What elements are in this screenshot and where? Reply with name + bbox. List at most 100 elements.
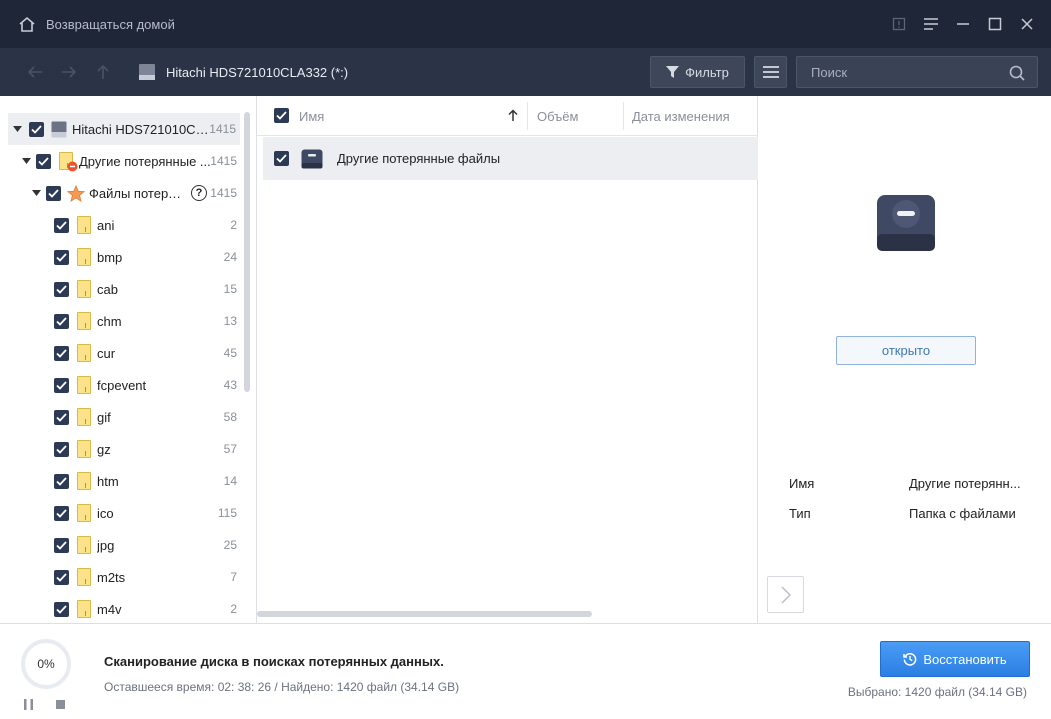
prop-type-label: Тип — [789, 506, 811, 521]
checkbox[interactable] — [54, 281, 69, 297]
checkbox[interactable] — [29, 121, 44, 137]
folder-icon — [75, 343, 93, 363]
star-icon — [67, 183, 85, 203]
recover-button[interactable]: Восстановить — [880, 641, 1030, 677]
settings-menu-button[interactable] — [915, 0, 947, 48]
tree-item-count: 14 — [223, 474, 237, 488]
expand-caret-icon[interactable] — [12, 124, 22, 134]
row-checkbox[interactable] — [274, 151, 289, 166]
sort-arrow-up-icon[interactable] — [508, 109, 518, 122]
checkbox[interactable] — [36, 153, 51, 169]
filter-button[interactable]: Фильтр — [650, 56, 745, 88]
tree-item-count: 2 — [230, 602, 237, 616]
tree-item-count: 1415 — [210, 186, 237, 200]
home-icon — [19, 16, 35, 32]
tree-item-label: fcpevent — [97, 377, 147, 393]
tree-item-type[interactable]: gif 58 — [0, 401, 256, 433]
tree-item-type[interactable]: m2ts 7 — [0, 561, 256, 593]
search-icon[interactable] — [1009, 65, 1025, 81]
column-header-size[interactable]: Объём — [537, 96, 578, 136]
checkbox[interactable] — [54, 345, 69, 361]
help-icon[interactable]: ? — [191, 185, 207, 201]
tree-item-count: 2 — [230, 218, 237, 232]
tree-item-type[interactable]: cur 45 — [0, 337, 256, 369]
back-button[interactable] — [18, 48, 52, 96]
checkbox[interactable] — [54, 441, 69, 457]
arrow-right-icon — [62, 66, 77, 78]
tree-item-label: jpg — [97, 537, 115, 553]
selected-summary: Выбрано: 1420 файл (34.14 GB) — [847, 685, 1027, 699]
tree-item-lost-files[interactable]: Файлы потеря... ? 1415 — [0, 177, 256, 209]
chevron-right-icon — [780, 585, 791, 604]
tree-item-type[interactable]: m4v 2 — [0, 593, 256, 623]
folder-icon — [75, 375, 93, 395]
file-list-header: Имя Объём Дата изменения — [257, 96, 758, 136]
maximize-button[interactable] — [979, 0, 1011, 48]
tree-item-type[interactable]: htm 14 — [0, 465, 256, 497]
tree-item-root[interactable]: Hitachi HDS721010CLA... 1415 — [8, 113, 240, 145]
folder-icon — [75, 311, 93, 331]
tree-item-label: cab — [97, 281, 118, 297]
forward-button[interactable] — [52, 48, 86, 96]
table-row[interactable]: Другие потерянные файлы — [263, 137, 758, 180]
checkbox[interactable] — [54, 505, 69, 521]
feedback-button[interactable] — [883, 0, 915, 48]
checkbox[interactable] — [54, 473, 69, 489]
tree-item-count: 1415 — [209, 122, 236, 136]
checkbox[interactable] — [46, 185, 61, 201]
checkbox[interactable] — [54, 217, 69, 233]
recover-label: Восстановить — [923, 651, 1007, 667]
tree-item-count: 24 — [223, 250, 237, 264]
close-button[interactable] — [1011, 0, 1043, 48]
folder-tree: Hitachi HDS721010CLA... 1415 Другие поте… — [0, 96, 257, 623]
column-header-name[interactable]: Имя — [299, 96, 324, 136]
search-input[interactable] — [797, 64, 997, 80]
file-name: Другие потерянные файлы — [337, 151, 501, 166]
checkbox[interactable] — [54, 313, 69, 329]
tree-scrollbar[interactable] — [244, 112, 250, 392]
expand-caret-icon[interactable] — [21, 156, 31, 166]
scan-status-details: Оставшееся время: 02: 38: 26 / Найдено: … — [104, 680, 460, 694]
minimize-button[interactable] — [947, 0, 979, 48]
tree-item-label: cur — [97, 345, 116, 361]
checkbox[interactable] — [54, 377, 69, 393]
tree-item-count: 13 — [223, 314, 237, 328]
checkbox[interactable] — [54, 569, 69, 585]
window-controls — [883, 0, 1051, 48]
tree-item-count: 7 — [230, 570, 237, 584]
checkbox[interactable] — [54, 601, 69, 617]
tree-item-type[interactable]: jpg 25 — [0, 529, 256, 561]
column-header-date[interactable]: Дата изменения — [632, 96, 730, 136]
checkbox[interactable] — [54, 409, 69, 425]
up-button[interactable] — [86, 48, 120, 96]
tree-item-type[interactable]: bmp 24 — [0, 241, 256, 273]
tree-item-count: 43 — [223, 378, 237, 392]
tree-item-type[interactable]: chm 13 — [0, 305, 256, 337]
pause-icon[interactable] — [24, 699, 33, 710]
checkbox[interactable] — [54, 537, 69, 553]
scan-status-title: Сканирование диска в поисках потерянных … — [104, 654, 444, 669]
expand-caret-icon[interactable] — [31, 188, 41, 198]
tree-item-type[interactable]: cab 15 — [0, 273, 256, 305]
preview-pane: открыто Имя Другие потерянн... Тип Папка… — [758, 96, 1051, 623]
tree-item-other-lost[interactable]: Другие потерянные ... 1415 — [0, 145, 256, 177]
horizontal-scrollbar[interactable] — [257, 611, 592, 617]
tree-item-type[interactable]: gz 57 — [0, 433, 256, 465]
stop-icon[interactable] — [56, 700, 65, 709]
checkbox[interactable] — [54, 249, 69, 265]
select-all-checkbox[interactable] — [274, 108, 289, 123]
tree-item-type[interactable]: ico 115 — [0, 497, 256, 529]
open-button[interactable]: открыто — [836, 336, 976, 365]
tree-item-label: htm — [97, 473, 119, 489]
view-menu-button[interactable] — [754, 56, 787, 88]
next-button[interactable] — [767, 576, 804, 613]
tree-item-type[interactable]: ani 2 — [0, 209, 256, 241]
close-icon — [1021, 18, 1033, 30]
hard-drive-icon — [50, 119, 68, 139]
tree-item-label: gif — [97, 409, 111, 425]
folder-icon — [75, 599, 93, 619]
tree-item-type[interactable]: fcpevent 43 — [0, 369, 256, 401]
tree-item-label: Файлы потеря... — [89, 185, 185, 201]
tree-item-label: m2ts — [97, 569, 126, 585]
home-button[interactable]: Возвращаться домой — [18, 16, 175, 33]
